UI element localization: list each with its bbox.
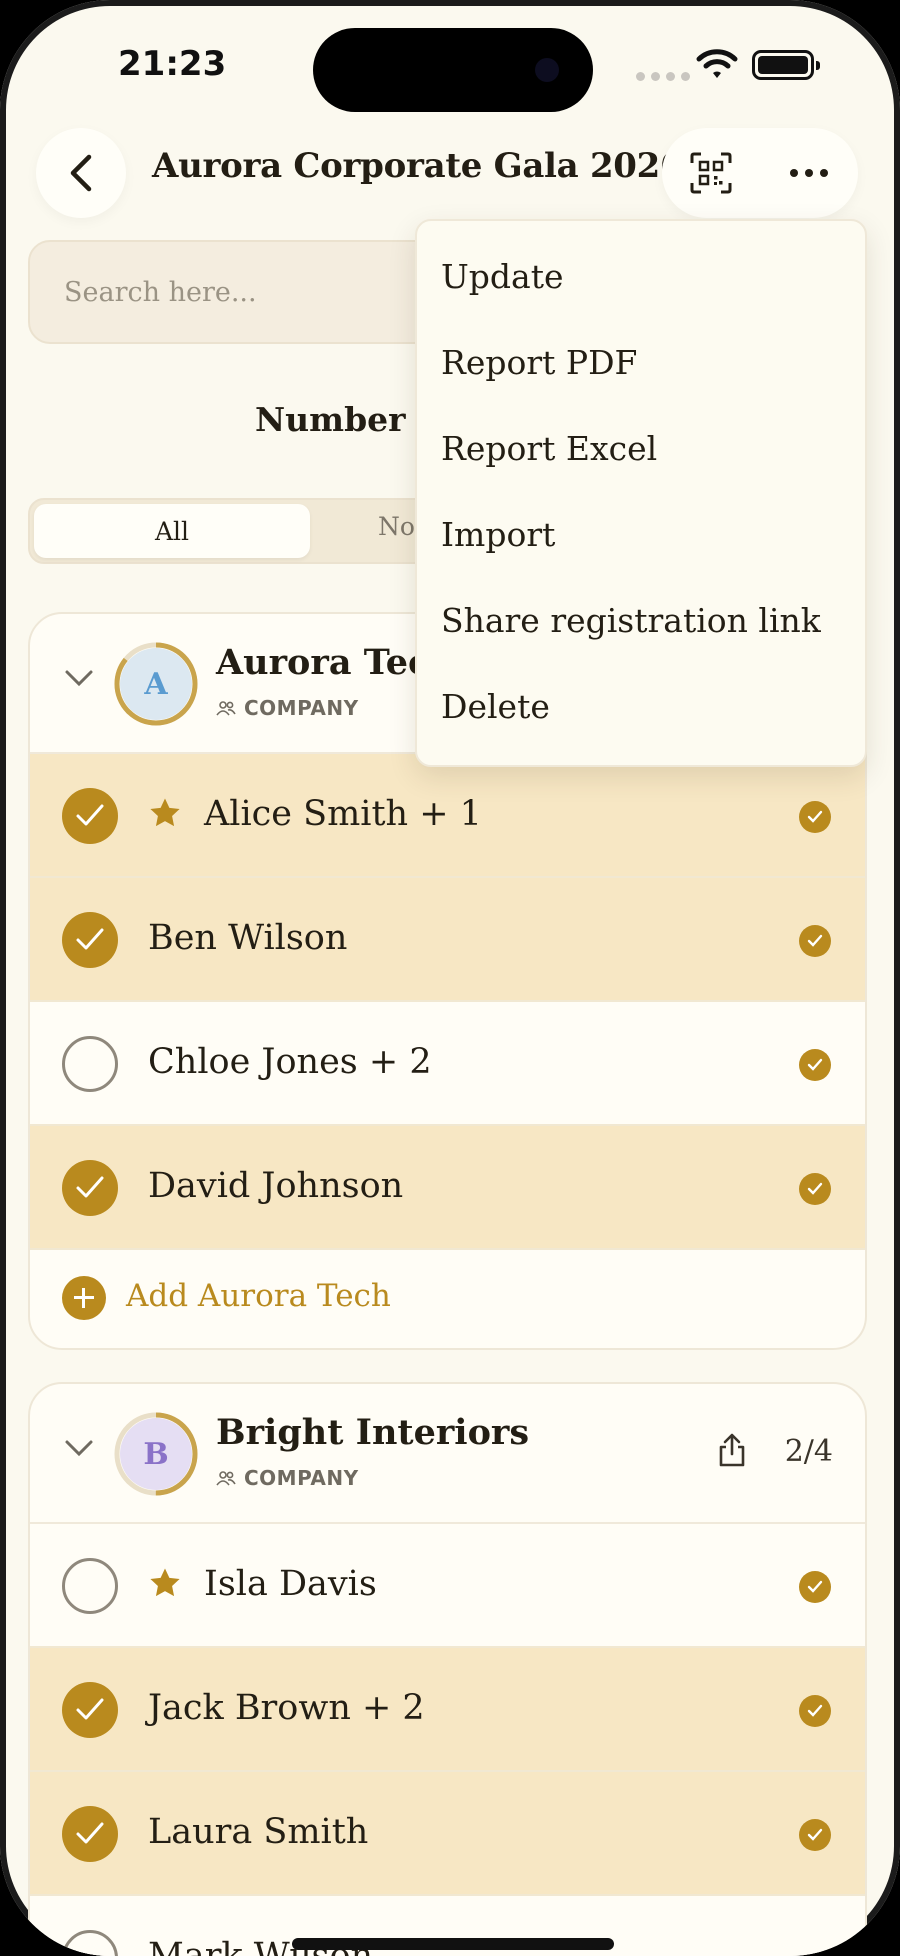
page-title: Aurora Corporate Gala 2026 — [152, 146, 684, 186]
guest-name: David Johnson — [148, 1166, 404, 1206]
avatar: A — [114, 642, 198, 726]
attendance-checkbox[interactable] — [62, 788, 118, 844]
guest-name: Chloe Jones + 2 — [148, 1042, 432, 1082]
attendance-checkbox[interactable] — [62, 1806, 118, 1862]
group-card-bright-interiors: B Bright Interiors COMPANY 2/4 Isla Davi… — [28, 1382, 867, 1956]
qr-code-icon — [690, 152, 732, 194]
star-icon — [150, 1568, 180, 1597]
options-menu: Update Report PDF Report Excel Import Sh… — [415, 219, 867, 767]
back-button[interactable] — [36, 128, 126, 218]
confirmed-icon — [799, 1819, 831, 1851]
menu-item-import[interactable]: Import — [441, 515, 555, 554]
share-icon[interactable] — [717, 1432, 747, 1468]
tab-all[interactable]: All — [34, 504, 310, 558]
attendance-checkbox[interactable] — [62, 1036, 118, 1092]
attendance-checkbox[interactable] — [62, 1558, 118, 1614]
confirmed-icon — [799, 1049, 831, 1081]
qr-scan-button[interactable] — [676, 138, 746, 208]
guest-row[interactable]: Chloe Jones + 2 — [30, 1002, 865, 1126]
group-header[interactable]: B Bright Interiors COMPANY 2/4 — [30, 1384, 865, 1524]
attendance-checkbox[interactable] — [62, 912, 118, 968]
guest-name: Isla Davis — [204, 1564, 377, 1604]
check-icon — [76, 928, 104, 950]
guest-row[interactable]: Isla Davis — [30, 1524, 865, 1648]
check-icon — [76, 1822, 104, 1844]
menu-item-report-excel[interactable]: Report Excel — [441, 429, 657, 468]
chevron-left-icon — [70, 154, 92, 192]
battery-icon — [752, 50, 820, 80]
chevron-down-icon[interactable] — [64, 1438, 94, 1458]
attendance-checkbox[interactable] — [62, 1160, 118, 1216]
confirmed-icon — [799, 1571, 831, 1603]
group-type: COMPANY — [216, 1466, 359, 1490]
confirmed-icon — [799, 801, 831, 833]
guest-row[interactable]: Jack Brown + 2 — [30, 1648, 865, 1772]
attendance-checkbox[interactable] — [62, 1930, 118, 1956]
people-icon — [216, 701, 236, 716]
attendance-checkbox[interactable] — [62, 1682, 118, 1738]
menu-item-share-registration-link[interactable]: Share registration link — [441, 601, 821, 640]
group-type: COMPANY — [216, 696, 359, 720]
menu-item-update[interactable]: Update — [441, 257, 564, 296]
confirmed-icon — [799, 1173, 831, 1205]
check-icon — [76, 1698, 104, 1720]
confirmed-icon — [799, 925, 831, 957]
star-icon — [150, 798, 180, 827]
guest-name: Ben Wilson — [148, 918, 348, 958]
chevron-down-icon[interactable] — [64, 668, 94, 688]
guest-name: Laura Smith — [148, 1812, 369, 1852]
guest-name: Alice Smith + 1 — [204, 794, 482, 834]
home-indicator[interactable] — [292, 1938, 614, 1950]
guest-row[interactable]: Alice Smith + 1 — [30, 754, 865, 878]
check-icon — [76, 804, 104, 826]
cellular-signal-icon — [636, 72, 690, 81]
more-options-button[interactable] — [774, 138, 844, 208]
app-screen: 21:23 Aurora Corporate Gala 2026 Search … — [0, 0, 900, 1956]
guest-row[interactable]: Laura Smith — [30, 1772, 865, 1896]
people-icon — [216, 1471, 236, 1486]
check-icon — [76, 1176, 104, 1198]
plus-icon — [62, 1276, 106, 1320]
menu-item-report-pdf[interactable]: Report PDF — [441, 343, 637, 382]
attendance-count: 2/4 — [784, 1434, 833, 1469]
section-title: Number p — [255, 400, 441, 439]
wifi-icon — [696, 49, 738, 78]
dynamic-island — [313, 28, 593, 112]
guest-row[interactable]: Ben Wilson — [30, 878, 865, 1002]
more-horizontal-icon — [790, 169, 828, 177]
confirmed-icon — [799, 1695, 831, 1727]
avatar: B — [114, 1412, 198, 1496]
status-time: 21:23 — [118, 44, 227, 84]
menu-item-delete[interactable]: Delete — [441, 687, 550, 726]
guest-row[interactable]: David Johnson — [30, 1126, 865, 1250]
guest-name: Jack Brown + 2 — [148, 1688, 425, 1728]
header-actions — [662, 128, 858, 218]
tab-not[interactable]: No — [378, 512, 415, 541]
group-name: Bright Interiors — [216, 1412, 530, 1453]
add-guest-label: Add Aurora Tech — [126, 1278, 391, 1314]
camera-icon — [535, 58, 559, 82]
add-guest-button[interactable]: Add Aurora Tech — [30, 1250, 865, 1346]
